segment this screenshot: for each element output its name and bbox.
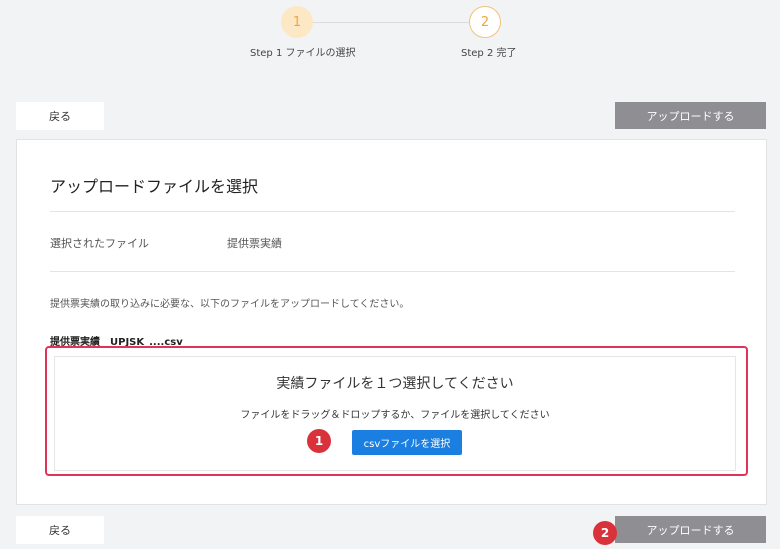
stepper: 1 Step 1 ファイルの選択 2 Step 2 完了	[0, 0, 780, 70]
step-2-number: 2	[480, 14, 490, 30]
stepper-connector	[313, 22, 469, 23]
step-2-label: Step 2 完了	[461, 48, 517, 59]
upload-instruction: 提供票実績の取り込みに必要な、以下のファイルをアップロードしてください。	[50, 299, 410, 310]
selected-file-label: 選択されたファイル	[50, 237, 149, 250]
step-1-indicator: 1	[281, 6, 313, 38]
back-button-top[interactable]: 戻る	[16, 102, 104, 130]
annotation-badge-1: 1	[307, 429, 331, 453]
divider	[50, 211, 735, 212]
annotation-badge-2: 2	[593, 521, 617, 545]
upload-button-top[interactable]: アップロードする	[615, 102, 766, 129]
page-title: アップロードファイルを選択	[50, 177, 259, 196]
selected-file-value: 提供票実績	[227, 237, 282, 250]
step-1-label: Step 1 ファイルの選択	[250, 48, 356, 59]
annotation-highlight-box	[45, 346, 748, 476]
upload-button-bottom[interactable]: アップロードする	[615, 516, 766, 543]
divider	[50, 271, 735, 272]
step-1-number: 1	[292, 14, 302, 30]
step-2-indicator: 2	[469, 6, 501, 38]
back-button-bottom[interactable]: 戻る	[16, 516, 104, 544]
